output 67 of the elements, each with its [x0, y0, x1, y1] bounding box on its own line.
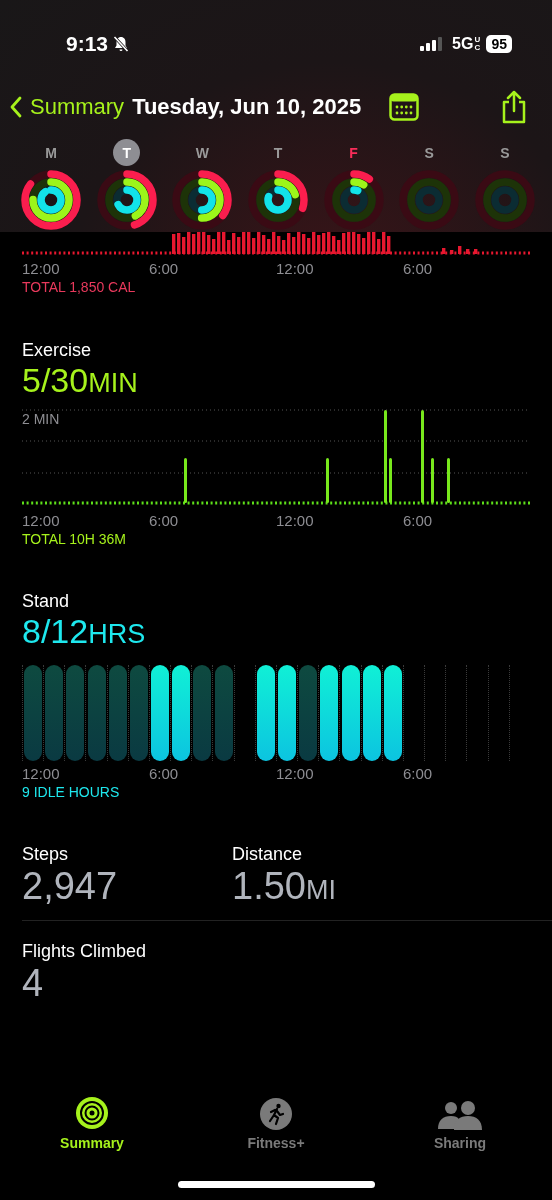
- rings-icon: [75, 1096, 109, 1130]
- tab[interactable]: Summary: [32, 1092, 152, 1152]
- steps-label: Steps: [22, 844, 70, 865]
- move-bar: [450, 250, 454, 254]
- time: 9:13: [66, 31, 109, 56]
- stand-title: Stand: [22, 591, 71, 612]
- flights-value: 4: [22, 962, 45, 1005]
- runner-icon: [260, 1098, 292, 1130]
- tab[interactable]: Sharing: [400, 1092, 520, 1152]
- axis-label: 12:00: [22, 765, 61, 782]
- axis-label: 6:00: [149, 512, 180, 529]
- exercise-value: 5/30: [22, 361, 89, 400]
- stand-unit: HRS: [88, 619, 146, 650]
- axis-label: 12:00: [276, 260, 315, 277]
- day-letter[interactable]: M: [37, 139, 65, 166]
- distance-value: 1.50: [232, 865, 306, 908]
- day-letter[interactable]: W: [188, 139, 216, 166]
- axis-label: 6:00: [149, 260, 180, 277]
- calendar-icon[interactable]: [389, 93, 420, 121]
- axis-label: 12:00: [22, 260, 61, 277]
- signal-icon: [420, 36, 445, 51]
- share-icon[interactable]: [500, 90, 528, 124]
- exercise-bar: [431, 458, 434, 503]
- date-title: Tuesday, Jun 10, 2025: [132, 94, 362, 120]
- distance-label: Distance: [232, 844, 304, 865]
- distance-unit: MI: [305, 875, 336, 906]
- back-button[interactable]: Summary: [10, 94, 125, 120]
- people-icon: [438, 1100, 482, 1130]
- stand-total: 9 IDLE HOURS: [22, 784, 121, 800]
- network-superscript: UC: [474, 35, 482, 52]
- activity-rings[interactable]: [171, 169, 234, 231]
- battery-level: 95: [486, 34, 512, 53]
- activity-rings[interactable]: [246, 169, 309, 231]
- move-bar: [474, 249, 478, 254]
- tab[interactable]: Fitness+: [216, 1092, 336, 1152]
- move-bar: [458, 246, 462, 254]
- chevron-left-icon: [10, 96, 22, 118]
- exercise-title: Exercise: [22, 340, 93, 361]
- axis-label: 6:00: [403, 260, 434, 277]
- move-total: TOTAL 1,850 CAL: [22, 279, 137, 295]
- exercise-bar: [447, 458, 450, 503]
- axis-label: 6:00: [403, 765, 434, 782]
- axis-label: 6:00: [149, 765, 180, 782]
- selected-day[interactable]: T: [113, 139, 141, 166]
- activity-rings[interactable]: [95, 169, 158, 231]
- axis-label: 12:00: [276, 765, 315, 782]
- axis-label: 12:00: [276, 512, 315, 529]
- day-letter[interactable]: T: [264, 139, 292, 166]
- activity-rings[interactable]: [322, 169, 385, 231]
- network-type: 5G: [452, 34, 474, 53]
- day-letter[interactable]: S: [415, 139, 443, 166]
- stand-value: 8/12: [22, 612, 89, 651]
- steps-value: 2,947: [22, 865, 119, 908]
- exercise-total: TOTAL 10H 36M: [22, 531, 127, 547]
- axis-label: 12:00: [22, 512, 61, 529]
- activity-rings[interactable]: [20, 169, 82, 231]
- day-letter[interactable]: S: [491, 139, 519, 166]
- exercise-bar: [326, 458, 329, 503]
- exercise-unit: MIN: [88, 368, 138, 399]
- flights-label: Flights Climbed: [22, 941, 148, 962]
- axis-label: 6:00: [403, 512, 434, 529]
- day-letter[interactable]: F: [340, 139, 368, 166]
- exercise-bar: [184, 458, 187, 503]
- move-bar: [442, 248, 446, 254]
- move-bar: [466, 249, 470, 254]
- exercise-bar: [389, 458, 392, 503]
- gridline-label: 2 MIN: [22, 411, 60, 427]
